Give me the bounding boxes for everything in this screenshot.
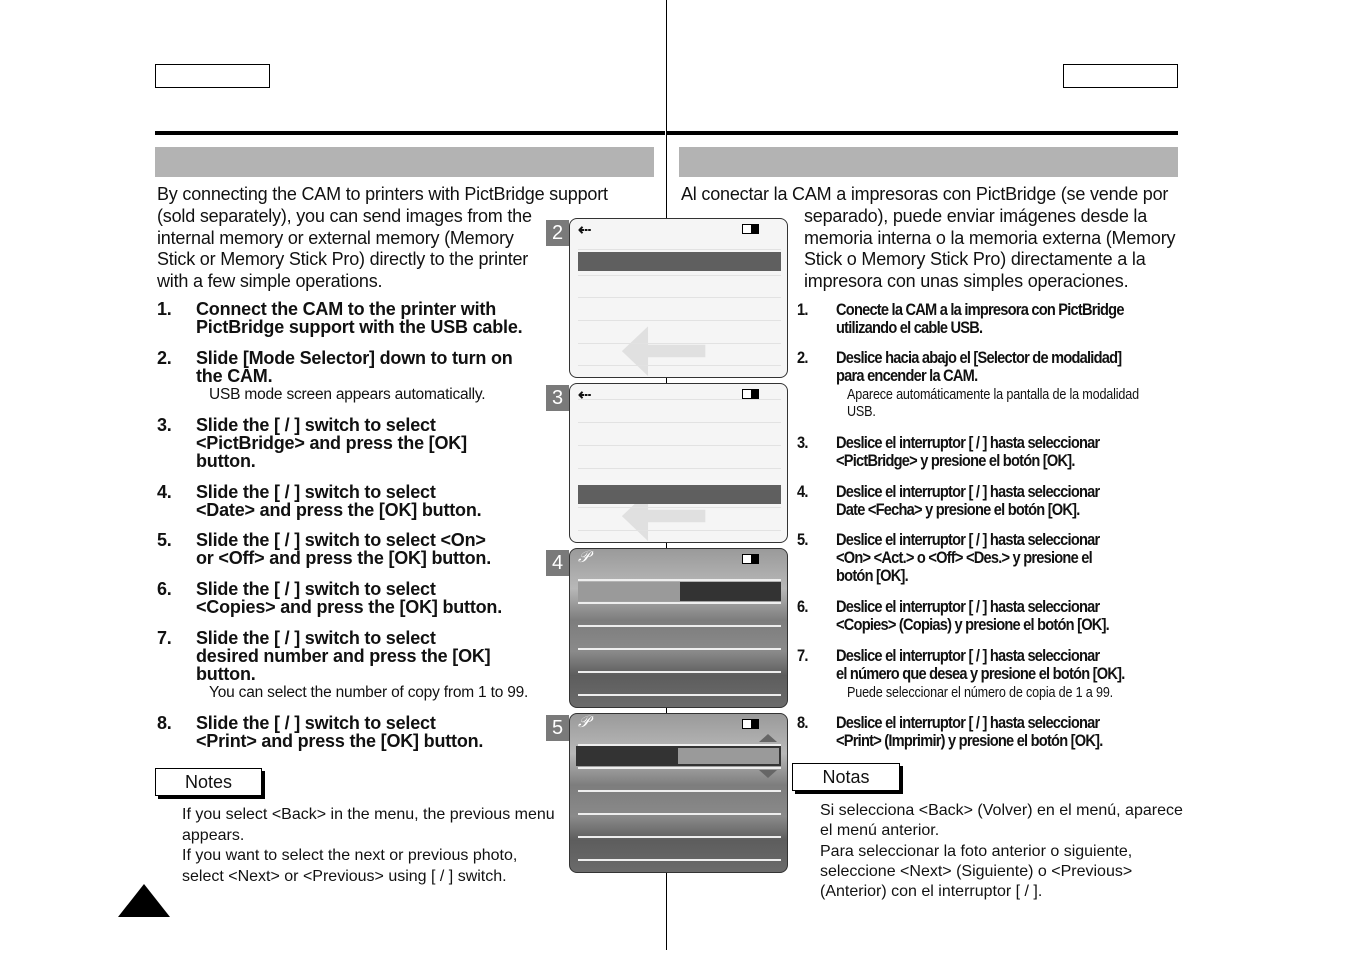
intro-text: internal memory or external memory (Memo… bbox=[157, 227, 514, 248]
section-band-left bbox=[155, 147, 654, 177]
step-text: Deslice hacia abajo el [Selector de moda… bbox=[836, 348, 1122, 367]
step-text: Deslice el interruptor [ / ] hasta selec… bbox=[836, 433, 1100, 452]
header-rule-right bbox=[667, 131, 1178, 135]
step-text: button. bbox=[196, 664, 256, 684]
step-note: You can select the number of copy from 1… bbox=[209, 684, 529, 701]
step-text: <Date> and press the [OK] button. bbox=[196, 500, 482, 520]
intro-text: with a few simple operations. bbox=[157, 271, 383, 292]
step-number: 6. bbox=[157, 579, 172, 599]
header-box-right bbox=[1063, 64, 1178, 88]
step-number: 1. bbox=[797, 300, 808, 319]
step-number: 3. bbox=[157, 415, 172, 435]
step-number: 4. bbox=[157, 482, 172, 502]
step-text: <Copies> and press the [OK] button. bbox=[196, 597, 503, 617]
menu-value bbox=[678, 748, 779, 764]
notas-text: Para seleccionar la foto anterior o sigu… bbox=[820, 842, 1133, 860]
header-box-left bbox=[155, 64, 270, 88]
step-text: Deslice el interruptor [ / ] hasta selec… bbox=[836, 530, 1100, 549]
notes-text: If you select <Back> in the menu, the pr… bbox=[182, 806, 555, 823]
notes-text: If you want to select the next or previo… bbox=[182, 847, 518, 864]
step-text: PictBridge support with the USB cable. bbox=[196, 317, 523, 337]
page-corner-triangle bbox=[118, 884, 170, 917]
arrow-up-icon bbox=[759, 734, 777, 742]
step-note: Puede seleccionar el número de copia de … bbox=[847, 684, 1113, 701]
step-text: botón [OK]. bbox=[836, 566, 909, 585]
header-rule-left bbox=[155, 131, 665, 135]
step-text: or <Off> and press the [OK] button. bbox=[196, 548, 492, 568]
intro-text: separado), puede enviar imágenes desde l… bbox=[804, 205, 1148, 226]
step-text: Deslice el interruptor [ / ] hasta selec… bbox=[836, 713, 1100, 732]
section-band-right bbox=[679, 147, 1178, 177]
notas-text: Si selecciona <Back> (Volver) en el menú… bbox=[820, 802, 1183, 819]
step-number: 8. bbox=[157, 713, 172, 733]
intro-text: impresora con unas simples operaciones. bbox=[804, 271, 1129, 292]
internal-memory-icon bbox=[742, 224, 759, 234]
step-text: Date <Fecha> y presione el botón [OK]. bbox=[836, 500, 1080, 519]
step-text: <Print> (Imprimir) y presione el botón [… bbox=[836, 731, 1103, 750]
screen-number: 4 bbox=[546, 550, 569, 576]
step-number: 8. bbox=[797, 713, 808, 732]
pictbridge-icon: 𝒫 bbox=[578, 714, 590, 731]
internal-memory-icon bbox=[742, 389, 759, 399]
notas-label: Notas bbox=[792, 763, 900, 791]
lcd-screen-usb-menu: ⭠ ⇠ bbox=[569, 383, 788, 543]
menu-highlight bbox=[578, 252, 781, 271]
step-text: el número que desea y presione el botón … bbox=[836, 664, 1125, 683]
step-note: USB mode screen appears automatically. bbox=[209, 386, 486, 403]
step-text: <Print> and press the [OK] button. bbox=[196, 731, 484, 751]
usb-watermark-icon: ⭠ bbox=[620, 281, 708, 378]
usb-icon: ⇠ bbox=[578, 387, 592, 404]
step-number: 2. bbox=[797, 348, 808, 367]
intro-text: Stick or Memory Stick Pro) directly to t… bbox=[157, 249, 529, 270]
step-text: button. bbox=[196, 451, 256, 471]
notas-text: (Anterior) con el interruptor [ / ]. bbox=[820, 883, 1043, 901]
notas-text: el menú anterior. bbox=[820, 822, 940, 840]
step-text: <On> <Act.> o <Off> <Des.> y presione el bbox=[836, 548, 1093, 567]
step-note: USB. bbox=[847, 403, 876, 420]
step-text: para encender la CAM. bbox=[836, 366, 978, 385]
step-number: 5. bbox=[797, 530, 808, 549]
pictbridge-icon: 𝒫 bbox=[578, 549, 590, 566]
step-text: the CAM. bbox=[196, 366, 273, 386]
step-number: 2. bbox=[157, 348, 172, 368]
step-text: Deslice el interruptor [ / ] hasta selec… bbox=[836, 646, 1100, 665]
lcd-screen-pictbridge-menu: 𝒫 bbox=[569, 548, 788, 708]
lcd-screen-usb-menu: ⭠ ⇠ bbox=[569, 218, 788, 378]
notes-text: appears. bbox=[182, 826, 245, 844]
screen-number: 2 bbox=[546, 220, 569, 246]
internal-memory-icon bbox=[742, 719, 759, 729]
screen-number: 5 bbox=[546, 715, 569, 741]
step-text: Deslice el interruptor [ / ] hasta selec… bbox=[836, 482, 1100, 501]
step-number: 4. bbox=[797, 482, 808, 501]
intro-text: (sold separately), you can send images f… bbox=[157, 205, 532, 226]
step-text: <PictBridge> y presione el botón [OK]. bbox=[836, 451, 1075, 470]
internal-memory-icon bbox=[742, 554, 759, 564]
step-number: 5. bbox=[157, 530, 172, 550]
lcd-screen-pictbridge-menu: 𝒫 bbox=[569, 713, 788, 873]
notes-label: Notes bbox=[155, 768, 262, 796]
usb-icon: ⇠ bbox=[578, 222, 592, 239]
intro-text: Al conectar la CAM a impresoras con Pict… bbox=[681, 184, 1169, 204]
step-note: Aparece automáticamente la pantalla de l… bbox=[847, 386, 1139, 403]
step-text: utilizando el cable USB. bbox=[836, 318, 983, 337]
menu-highlight bbox=[578, 485, 781, 504]
intro-text: memoria interna o la memoria externa (Me… bbox=[804, 227, 1176, 248]
intro-text: Stick o Memory Stick Pro) directamente a… bbox=[804, 249, 1146, 270]
notas-text: seleccione <Next> (Siguiente) o <Previou… bbox=[820, 862, 1133, 880]
step-number: 7. bbox=[157, 628, 172, 648]
step-number: 3. bbox=[797, 433, 808, 452]
step-number: 6. bbox=[797, 597, 808, 616]
intro-text: By connecting the CAM to printers with P… bbox=[157, 184, 608, 204]
notes-text: select <Next> or <Previous> using [ / ] … bbox=[182, 867, 507, 885]
step-number: 1. bbox=[157, 299, 172, 319]
step-text: <Copies> (Copias) y presione el botón [O… bbox=[836, 615, 1110, 634]
step-text: Conecte la CAM a la impresora con PictBr… bbox=[836, 300, 1124, 319]
screen-number: 3 bbox=[546, 385, 569, 411]
menu-value-highlight bbox=[680, 582, 781, 601]
step-text: Deslice el interruptor [ / ] hasta selec… bbox=[836, 597, 1100, 616]
step-number: 7. bbox=[797, 646, 808, 665]
arrow-down-icon bbox=[759, 770, 777, 778]
